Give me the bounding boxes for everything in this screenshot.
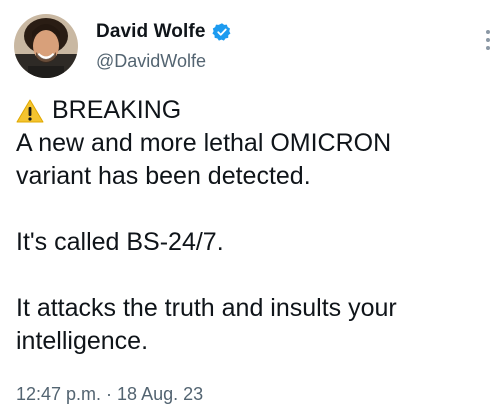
- tweet-card: David Wolfe @DavidWolfe BREAKING A new a…: [0, 0, 500, 419]
- breaking-line: BREAKING: [16, 94, 486, 127]
- tweet-line-3: It's called BS-24/7.: [16, 228, 224, 256]
- tweet-text: BREAKING A new and more lethal OMICRON v…: [16, 94, 486, 358]
- tweet-line-5: intelligence.: [16, 327, 149, 355]
- name-row: David Wolfe: [96, 21, 232, 43]
- tweet-timestamp[interactable]: 12:47 p.m. · 18 Aug. 23: [16, 384, 203, 405]
- tweet-line-4: It attacks the truth and insults your: [16, 294, 397, 322]
- tweet-line-2: variant has been detected.: [16, 162, 311, 190]
- warning-icon: [16, 98, 44, 124]
- tweet-line-1: A new and more lethal OMICRON: [16, 129, 392, 157]
- display-name[interactable]: David Wolfe: [96, 21, 206, 43]
- avatar[interactable]: [14, 14, 78, 78]
- tweet-header: David Wolfe @DavidWolfe: [14, 14, 232, 78]
- breaking-label: BREAKING: [52, 96, 182, 124]
- verified-badge-icon: [211, 22, 232, 42]
- author-info: David Wolfe @DavidWolfe: [96, 21, 232, 72]
- handle[interactable]: @DavidWolfe: [96, 51, 232, 72]
- more-options-icon[interactable]: [485, 30, 491, 50]
